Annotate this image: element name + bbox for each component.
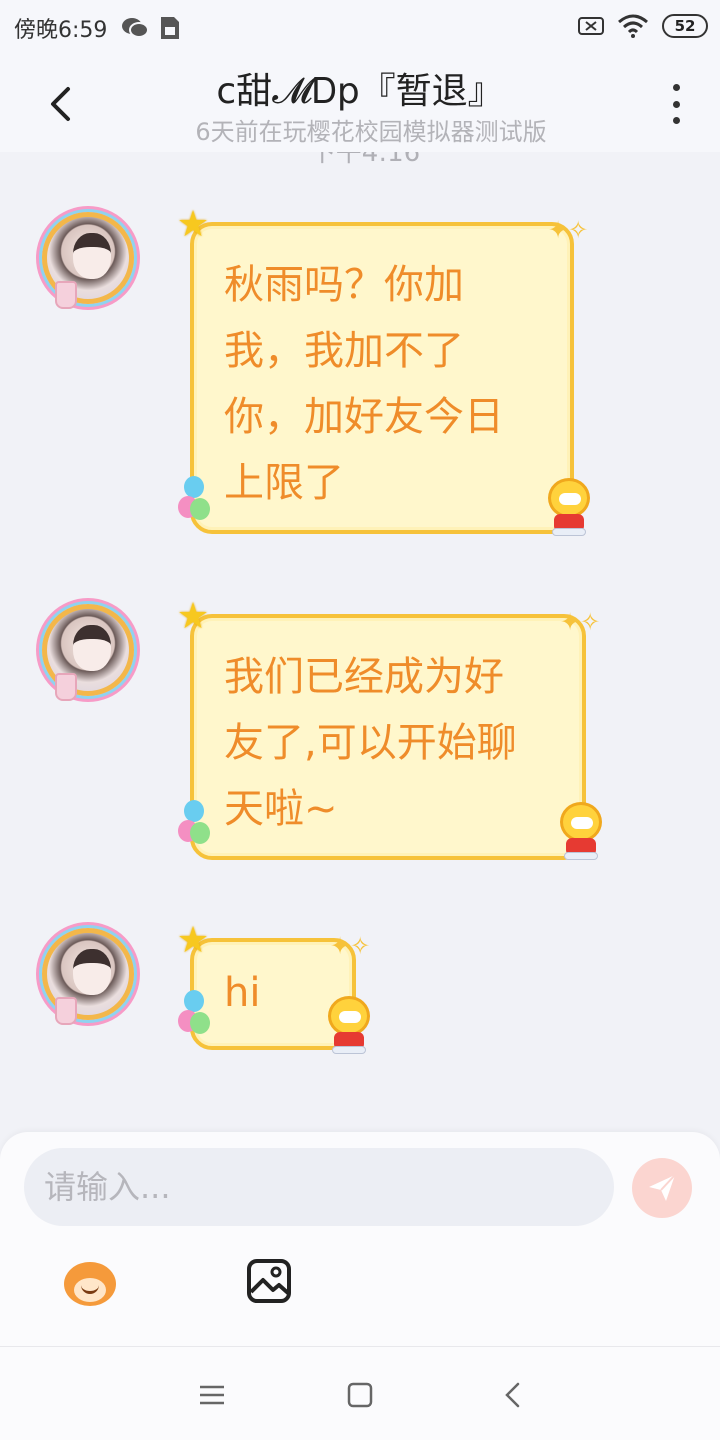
back-triangle-icon	[505, 1382, 520, 1408]
avatar[interactable]	[42, 604, 134, 701]
chat-subtitle: 6天前在玩樱花校园模拟器测试版	[195, 118, 547, 146]
message-input[interactable]	[44, 1148, 594, 1226]
message-text: 我们已经成为好 友了,可以开始聊 天啦~	[224, 654, 517, 832]
input-panel	[0, 1132, 720, 1346]
send-button[interactable]	[632, 1158, 692, 1218]
message-bubble[interactable]: 我们已经成为好 友了,可以开始聊 天啦~	[190, 614, 586, 860]
nav-back-button[interactable]	[494, 1377, 530, 1413]
nav-home-button[interactable]	[342, 1377, 378, 1413]
sparkle-icon: ✦✧	[330, 932, 371, 960]
battery-indicator: 52	[662, 14, 708, 38]
avatar[interactable]	[42, 928, 134, 1025]
sim-off-icon	[578, 17, 604, 35]
more-options-button[interactable]	[662, 84, 690, 124]
balloons-icon	[178, 990, 210, 1040]
message-text: 秋雨吗？你加 我，我加不了 你，加好友今日 上限了	[224, 262, 504, 506]
message-text: hi	[224, 970, 261, 1016]
message-timestamp: 下午4:16	[309, 152, 421, 168]
mascot-icon	[324, 996, 374, 1054]
balloons-icon	[178, 800, 210, 850]
avatar[interactable]	[42, 212, 134, 309]
more-dot-icon	[672, 117, 680, 124]
emoji-button[interactable]	[60, 1256, 120, 1308]
message-list[interactable]: 下午4:16 秋雨吗？你加 我，我加不了 你，加好友今日 上限了 ★ ✦✧ 我们…	[0, 152, 720, 1136]
wechat-icon	[122, 18, 150, 38]
balloons-icon	[178, 476, 210, 526]
image-button[interactable]	[246, 1258, 294, 1304]
mascot-icon	[556, 802, 606, 860]
status-right-icons: 52	[578, 14, 708, 38]
message-bubble[interactable]: 秋雨吗？你加 我，我加不了 你，加好友今日 上限了	[190, 222, 574, 534]
mascot-emoji-icon	[64, 1262, 116, 1306]
mascot-icon	[544, 478, 594, 536]
more-dot-icon	[672, 84, 680, 91]
menu-icon	[200, 1385, 224, 1405]
chat-header: c甜𝓜Ꭰp『暂退』 6天前在玩樱花校园模拟器测试版	[0, 56, 720, 152]
system-nav-bar	[0, 1346, 720, 1440]
nav-menu-button[interactable]	[194, 1377, 230, 1413]
status-notification-icons	[121, 15, 181, 41]
star-icon: ★	[176, 920, 210, 961]
sim-card-icon	[161, 17, 180, 39]
wifi-icon	[618, 14, 648, 38]
chat-title: c甜𝓜Ꭰp『暂退』	[216, 71, 504, 112]
status-bar: 傍晚6:59 52	[0, 0, 720, 56]
sparkle-icon: ✦✧	[548, 216, 589, 244]
status-time: 傍晚6:59	[14, 18, 108, 43]
sparkle-icon: ✦✧	[560, 608, 601, 636]
more-dot-icon	[672, 100, 680, 108]
star-icon: ★	[176, 204, 210, 245]
image-icon	[247, 1259, 291, 1303]
home-square-icon	[347, 1382, 373, 1408]
send-icon	[649, 1174, 676, 1201]
star-icon: ★	[176, 596, 210, 637]
message-input-container[interactable]	[24, 1148, 614, 1226]
